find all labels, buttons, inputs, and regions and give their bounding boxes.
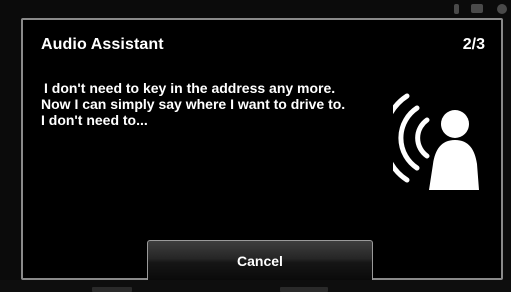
page-indicator: 2/3 bbox=[462, 36, 485, 53]
message-line: I don't need to... bbox=[41, 112, 148, 128]
voice-speaker-icon bbox=[393, 93, 479, 190]
audio-assistant-dialog: Audio Assistant 2/3 I don't need to key … bbox=[21, 18, 503, 280]
signal-icon bbox=[454, 4, 459, 14]
background-footer bbox=[0, 280, 511, 292]
navigation-screen: Audio Assistant 2/3 I don't need to key … bbox=[0, 0, 511, 292]
background-label bbox=[92, 287, 132, 292]
car-icon bbox=[471, 4, 483, 13]
background-label bbox=[280, 287, 328, 292]
cancel-button[interactable]: Cancel bbox=[147, 240, 373, 280]
message-line: I don't need to key in the address any m… bbox=[44, 80, 336, 96]
dialog-message: I don't need to key in the address any m… bbox=[41, 80, 391, 128]
status-bar bbox=[441, 0, 511, 20]
message-line: Now I can simply say where I want to dri… bbox=[41, 96, 346, 112]
gps-icon bbox=[497, 4, 507, 14]
dialog-title: Audio Assistant bbox=[41, 36, 164, 53]
